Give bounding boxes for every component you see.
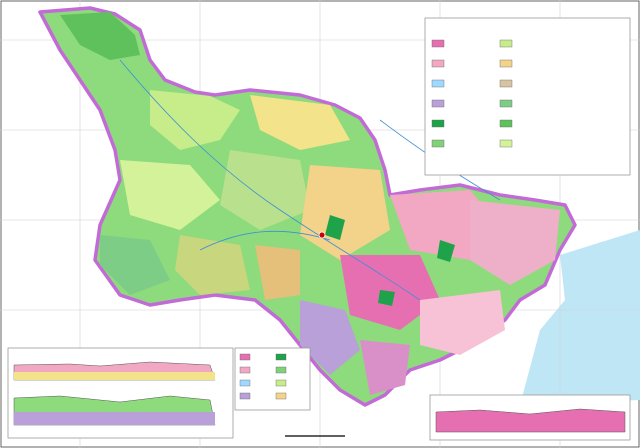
legend-swatch xyxy=(499,139,513,148)
legend-panel xyxy=(424,17,631,176)
bottom-legend-swatch xyxy=(239,379,251,387)
bottom-legend-swatch xyxy=(275,379,287,387)
legend-swatch xyxy=(499,119,513,128)
legend-swatch xyxy=(431,59,445,68)
profile-3 xyxy=(429,394,631,441)
bottom-legend-swatch xyxy=(275,353,287,361)
map-canvas xyxy=(0,0,640,448)
legend-swatch xyxy=(499,79,513,88)
bottom-legend-swatch xyxy=(275,392,287,400)
legend-swatch xyxy=(499,99,513,108)
legend-swatch xyxy=(499,59,513,68)
bottom-legend-swatch xyxy=(239,392,251,400)
bottom-legend-swatch xyxy=(239,366,251,374)
profile-strip xyxy=(7,347,234,439)
bottom-legend-swatch xyxy=(239,353,251,361)
legend-swatch xyxy=(431,119,445,128)
legend-swatch xyxy=(431,39,445,48)
legend-swatch xyxy=(499,39,513,48)
legend-swatch xyxy=(431,79,445,88)
geologic-map-figure xyxy=(0,0,640,448)
legend-swatch xyxy=(431,99,445,108)
bottom-legend-grid xyxy=(234,347,311,411)
bottom-legend-swatch xyxy=(275,366,287,374)
legend-swatch xyxy=(431,139,445,148)
capital-city-marker xyxy=(318,231,326,239)
